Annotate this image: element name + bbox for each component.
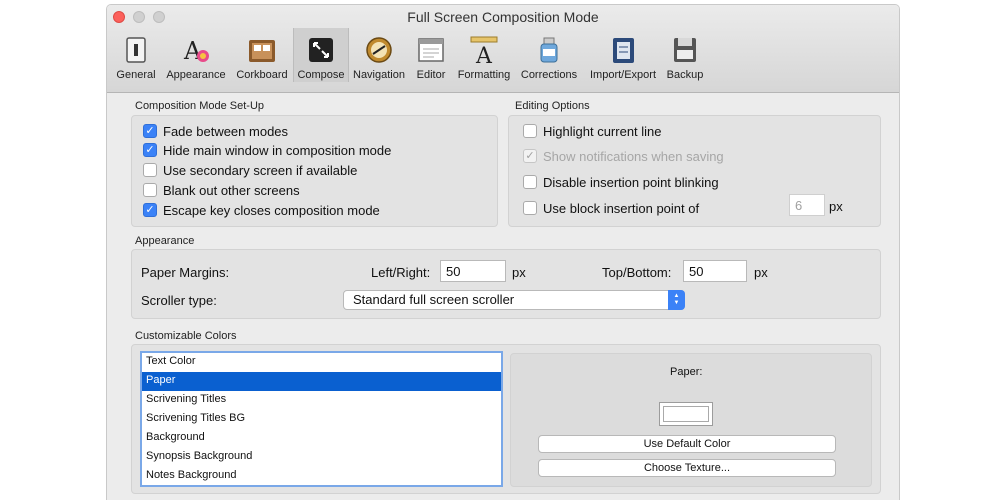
disable-blinking-checkbox[interactable]: Disable insertion point blinking bbox=[523, 174, 719, 190]
tab-navigation[interactable]: Navigation bbox=[349, 28, 409, 82]
editor-window-icon bbox=[418, 38, 444, 62]
list-item[interactable]: Text Color bbox=[142, 353, 501, 372]
paper-margins-label: Paper Margins: bbox=[141, 265, 230, 280]
tab-backup[interactable]: Backup bbox=[663, 28, 707, 82]
tab-corrections-label: Corrections bbox=[520, 69, 578, 81]
tab-compose-label: Compose bbox=[297, 69, 345, 81]
left-right-input[interactable]: 50 bbox=[440, 260, 506, 282]
tab-general[interactable]: General bbox=[111, 28, 161, 82]
tab-formatting[interactable]: A Formatting bbox=[453, 28, 515, 82]
composition-heading: Composition Mode Set-Up bbox=[135, 100, 265, 112]
scroller-type-value: Standard full screen scroller bbox=[353, 292, 515, 307]
list-item[interactable]: Paper bbox=[142, 372, 501, 391]
title-bar: Full Screen Composition Mode General A A… bbox=[107, 5, 899, 93]
preferences-window: Full Screen Composition Mode General A A… bbox=[106, 4, 900, 500]
tab-import-export-label: Import/Export bbox=[589, 69, 657, 81]
escape-key-label: Escape key closes composition mode bbox=[163, 202, 380, 218]
compose-icon bbox=[309, 38, 333, 62]
block-insertion-label: Use block insertion point of bbox=[543, 200, 700, 216]
svg-text:A: A bbox=[475, 44, 493, 65]
tab-general-label: General bbox=[116, 69, 156, 81]
window-title: Full Screen Composition Mode bbox=[407, 9, 599, 25]
secondary-screen-checkbox[interactable]: Use secondary screen if available bbox=[143, 162, 357, 178]
appearance-heading: Appearance bbox=[135, 235, 195, 247]
checkmark-icon: ✓ bbox=[143, 203, 157, 217]
svg-text:A: A bbox=[183, 37, 202, 65]
tab-editor-label: Editor bbox=[416, 69, 446, 81]
escape-key-checkbox[interactable]: ✓ Escape key closes composition mode bbox=[143, 202, 380, 218]
highlight-line-label: Highlight current line bbox=[543, 123, 662, 139]
list-item[interactable]: Notes Background bbox=[142, 467, 501, 486]
color-detail-title: Paper: bbox=[670, 366, 703, 378]
tab-editor[interactable]: Editor bbox=[409, 28, 453, 82]
top-bottom-unit: px bbox=[754, 265, 768, 280]
paper-color-swatch bbox=[663, 406, 709, 422]
block-width-unit: px bbox=[829, 199, 843, 214]
scroller-type-label: Scroller type: bbox=[141, 293, 217, 308]
checkmark-icon: ✓ bbox=[523, 149, 537, 163]
list-item[interactable]: Background bbox=[142, 429, 501, 448]
compose-preferences-pane: Composition Mode Set-Up ✓ Fade between m… bbox=[107, 93, 899, 500]
fade-between-modes-label: Fade between modes bbox=[163, 123, 289, 139]
scroller-type-select[interactable]: Standard full screen scroller ▲ ▼ bbox=[343, 290, 685, 310]
top-bottom-input[interactable]: 50 bbox=[683, 260, 747, 282]
appearance-icon: A bbox=[183, 37, 209, 65]
list-item[interactable]: Scrivening Titles BG bbox=[142, 410, 501, 429]
editing-heading: Editing Options bbox=[515, 100, 590, 112]
disable-blinking-label: Disable insertion point blinking bbox=[543, 174, 719, 190]
import-export-binder-icon bbox=[613, 38, 634, 63]
tab-backup-label: Backup bbox=[666, 69, 704, 81]
blank-screens-checkbox[interactable]: Blank out other screens bbox=[143, 182, 300, 198]
tab-navigation-label: Navigation bbox=[353, 69, 405, 81]
top-bottom-label: Top/Bottom: bbox=[602, 265, 672, 280]
color-list[interactable]: Text Color Paper Scrivening Titles Scriv… bbox=[140, 351, 503, 487]
general-switch-icon bbox=[126, 37, 146, 63]
show-notifications-label: Show notifications when saving bbox=[543, 148, 724, 164]
checkmark-icon: ✓ bbox=[143, 143, 157, 157]
tab-corkboard[interactable]: Corkboard bbox=[231, 28, 293, 82]
tab-appearance-label: Appearance bbox=[166, 69, 226, 81]
checkmark-icon: ✓ bbox=[143, 124, 157, 138]
highlight-line-checkbox[interactable]: Highlight current line bbox=[523, 123, 662, 139]
secondary-screen-label: Use secondary screen if available bbox=[163, 162, 358, 178]
colors-heading: Customizable Colors bbox=[135, 330, 237, 342]
left-right-unit: px bbox=[512, 265, 526, 280]
left-right-label: Left/Right: bbox=[371, 265, 431, 280]
list-item[interactable]: Scrivening Titles bbox=[142, 391, 501, 410]
show-notifications-checkbox: ✓ Show notifications when saving bbox=[523, 148, 724, 164]
use-default-color-button[interactable]: Use Default Color bbox=[538, 435, 836, 453]
blank-screens-label: Blank out other screens bbox=[163, 182, 300, 198]
block-width-input: 6 bbox=[789, 194, 825, 216]
updown-chevron-icon: ▲ ▼ bbox=[668, 290, 685, 310]
tab-corkboard-label: Corkboard bbox=[236, 69, 288, 81]
corkboard-icon bbox=[249, 40, 275, 62]
tab-import-export[interactable]: Import/Export bbox=[583, 28, 663, 82]
choose-texture-button[interactable]: Choose Texture... bbox=[538, 459, 836, 477]
block-insertion-checkbox[interactable]: Use block insertion point of bbox=[523, 200, 699, 216]
backup-icon bbox=[674, 38, 696, 62]
tab-formatting-label: Formatting bbox=[457, 69, 511, 81]
preferences-toolbar: General A Appearance Corkboard Compose N… bbox=[111, 28, 707, 82]
navigation-compass-icon bbox=[366, 37, 392, 63]
tab-compose[interactable]: Compose bbox=[293, 28, 349, 82]
hide-main-window-label: Hide main window in composition mode bbox=[163, 142, 392, 158]
list-item[interactable]: Synopsis Background bbox=[142, 448, 501, 467]
formatting-ruler-icon: A bbox=[470, 36, 498, 65]
tab-corrections[interactable]: Corrections bbox=[515, 28, 583, 82]
paper-color-well[interactable] bbox=[659, 402, 713, 426]
corrections-bottle-icon bbox=[540, 37, 558, 63]
tab-appearance[interactable]: A Appearance bbox=[161, 28, 231, 82]
hide-main-window-checkbox[interactable]: ✓ Hide main window in composition mode bbox=[143, 142, 391, 158]
fade-between-modes-checkbox[interactable]: ✓ Fade between modes bbox=[143, 123, 288, 139]
